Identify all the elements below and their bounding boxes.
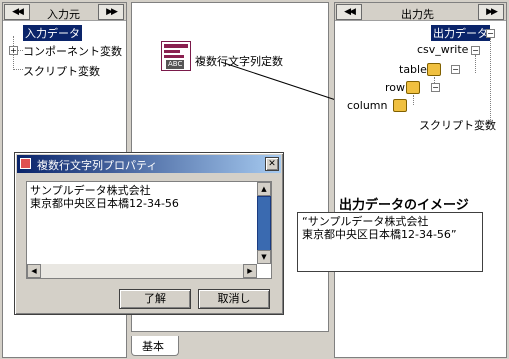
tree-item-column[interactable]: column [347, 99, 388, 112]
expand-icon[interactable]: + [9, 46, 18, 55]
output-target-header: ◀◀ 出力先 ▶▶ [335, 3, 506, 21]
node-label[interactable]: 複数行文字列定数 [195, 53, 283, 69]
tree-item-table[interactable]: table [399, 63, 427, 76]
scroll-left-icon[interactable]: ◀ [27, 264, 41, 278]
multiline-string-dialog: 複数行文字列プロパティ ✕ サンプルデータ株式会社 東京都中央区日本橋12-34… [14, 152, 284, 315]
app-icon [20, 158, 31, 169]
ok-button[interactable]: 了解 [119, 289, 191, 309]
output-target-title: 出力先 [401, 8, 434, 21]
input-source-header: ◀◀ 入力元 ▶▶ [3, 3, 126, 21]
prev-arrow-icon[interactable]: ◀◀ [336, 4, 362, 20]
prev-arrow-icon[interactable]: ◀◀ [4, 4, 30, 20]
collapse-icon[interactable]: − [471, 46, 480, 55]
horizontal-scroll-thumb[interactable] [41, 264, 243, 278]
row-node-icon [406, 81, 420, 94]
scroll-up-icon[interactable]: ▲ [257, 182, 271, 196]
dialog-text-area[interactable]: サンプルデータ株式会社 東京都中央区日本橋12-34-56 ▲ ▼ ◀ ▶ [26, 181, 272, 279]
vertical-scrollbar[interactable]: ▲ ▼ [257, 182, 271, 264]
tab-basic-label: 基本 [142, 340, 164, 353]
input-source-title: 入力元 [47, 8, 80, 21]
cancel-button[interactable]: 取消し [198, 289, 270, 309]
collapse-icon[interactable]: − [431, 83, 440, 92]
close-icon[interactable]: ✕ [265, 157, 279, 171]
table-node-icon [427, 63, 441, 76]
tab-basic[interactable]: 基本 [131, 336, 179, 356]
next-arrow-icon[interactable]: ▶▶ [478, 4, 504, 20]
column-node-icon [393, 99, 407, 112]
tree-item-input-data[interactable]: 入力データ [23, 25, 82, 41]
collapse-icon[interactable]: − [451, 65, 460, 74]
tree-item-row[interactable]: row [385, 81, 405, 94]
dialog-text: サンプルデータ株式会社 東京都中央区日本橋12-34-56 [30, 184, 179, 210]
dialog-title: 複数行文字列プロパティ [37, 159, 158, 172]
horizontal-scrollbar[interactable]: ◀ ▶ [27, 264, 257, 278]
output-preview-title: 出力データのイメージ [339, 198, 469, 213]
scroll-down-icon[interactable]: ▼ [257, 250, 271, 264]
output-preview-text: “サンプルデータ株式会社 東京都中央区日本橋12-34-56” [302, 215, 457, 241]
next-arrow-icon[interactable]: ▶▶ [98, 4, 124, 20]
vertical-scroll-thumb[interactable] [257, 196, 271, 254]
abc-label: ABC [166, 60, 185, 69]
tree-item-csv-write[interactable]: csv_write [417, 43, 468, 56]
multiline-string-icon[interactable]: ABC [161, 41, 191, 71]
output-preview-box: “サンプルデータ株式会社 東京都中央区日本橋12-34-56” [297, 212, 483, 272]
dialog-titlebar[interactable]: 複数行文字列プロパティ ✕ [17, 155, 281, 173]
tree-item-component-vars[interactable]: コンポーネント変数 [23, 43, 122, 59]
collapse-icon[interactable]: − [486, 29, 495, 38]
output-target-panel: ◀◀ 出力先 ▶▶ 出力データ − csv_write − table − ro… [334, 2, 507, 358]
tree-item-output-data[interactable]: 出力データ [431, 25, 490, 41]
scroll-right-icon[interactable]: ▶ [243, 264, 257, 278]
tree-item-script-vars-out[interactable]: スクリプト変数 [419, 117, 496, 133]
tree-item-script-vars[interactable]: スクリプト変数 [23, 63, 100, 79]
